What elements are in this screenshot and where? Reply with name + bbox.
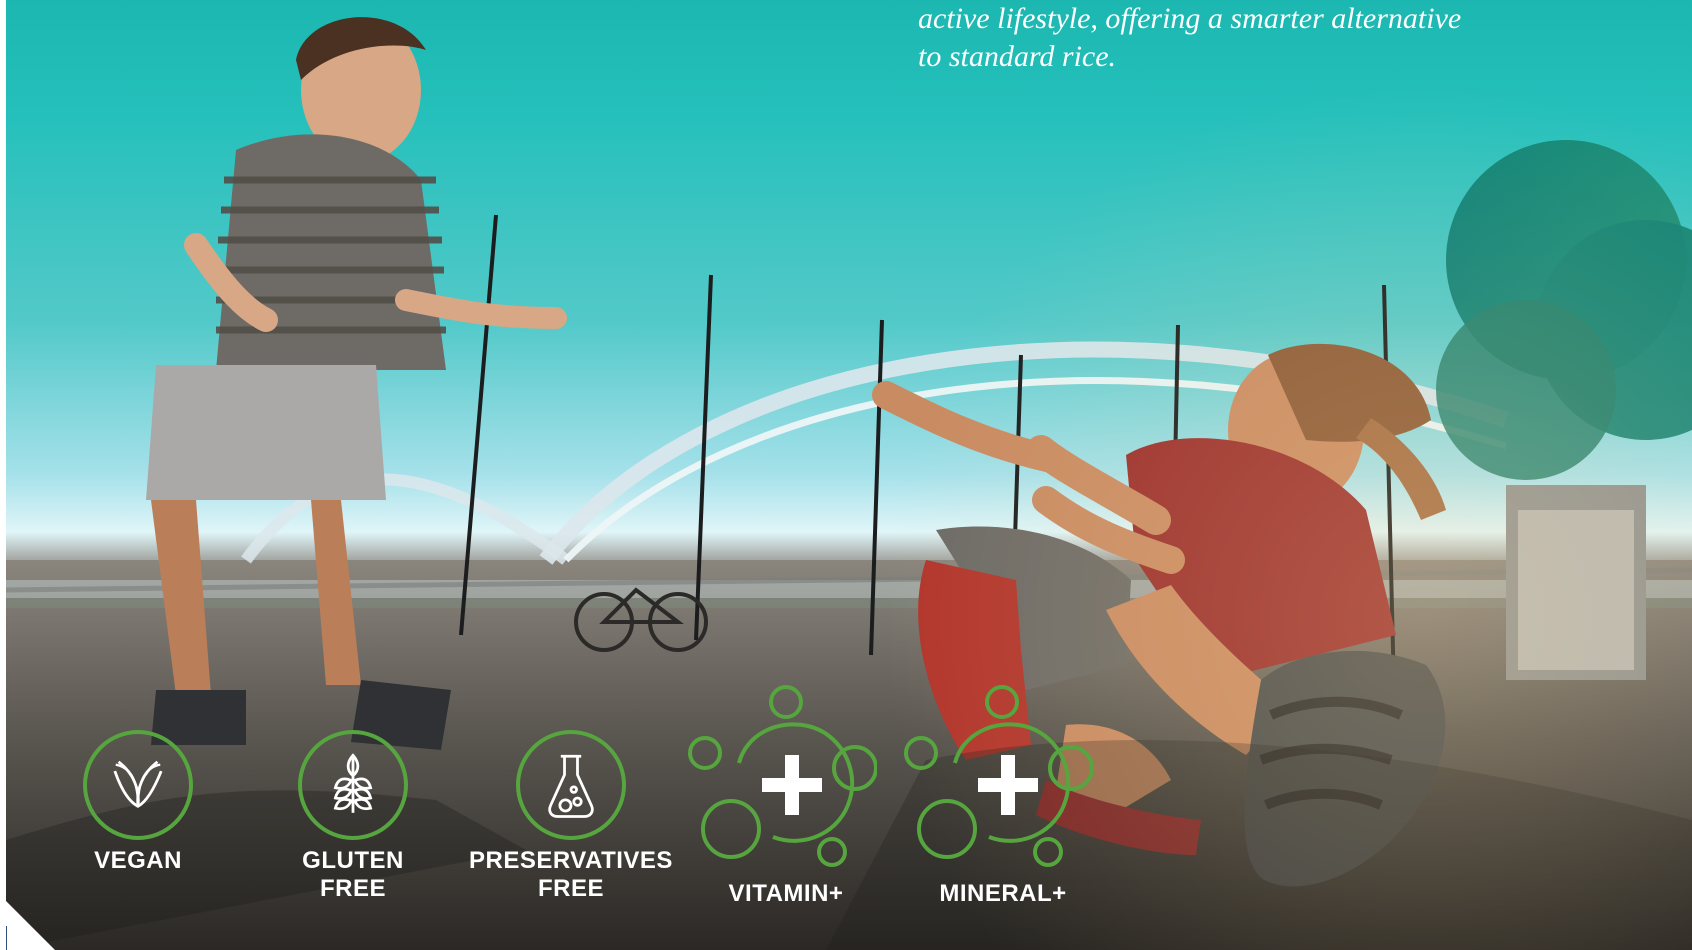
page-edge-rule <box>6 926 7 950</box>
scene-illustration <box>6 17 1692 950</box>
corner-cut <box>0 895 55 950</box>
brochure-page: active lifestyle, offering a smarter alt… <box>0 0 1692 950</box>
lifestyle-photo <box>6 0 1692 950</box>
quote-line-2: to standard rice. <box>918 40 1117 73</box>
quote-line-1: active lifestyle, offering a smarter alt… <box>918 2 1462 35</box>
intro-quote: active lifestyle, offering a smarter alt… <box>918 0 1638 76</box>
